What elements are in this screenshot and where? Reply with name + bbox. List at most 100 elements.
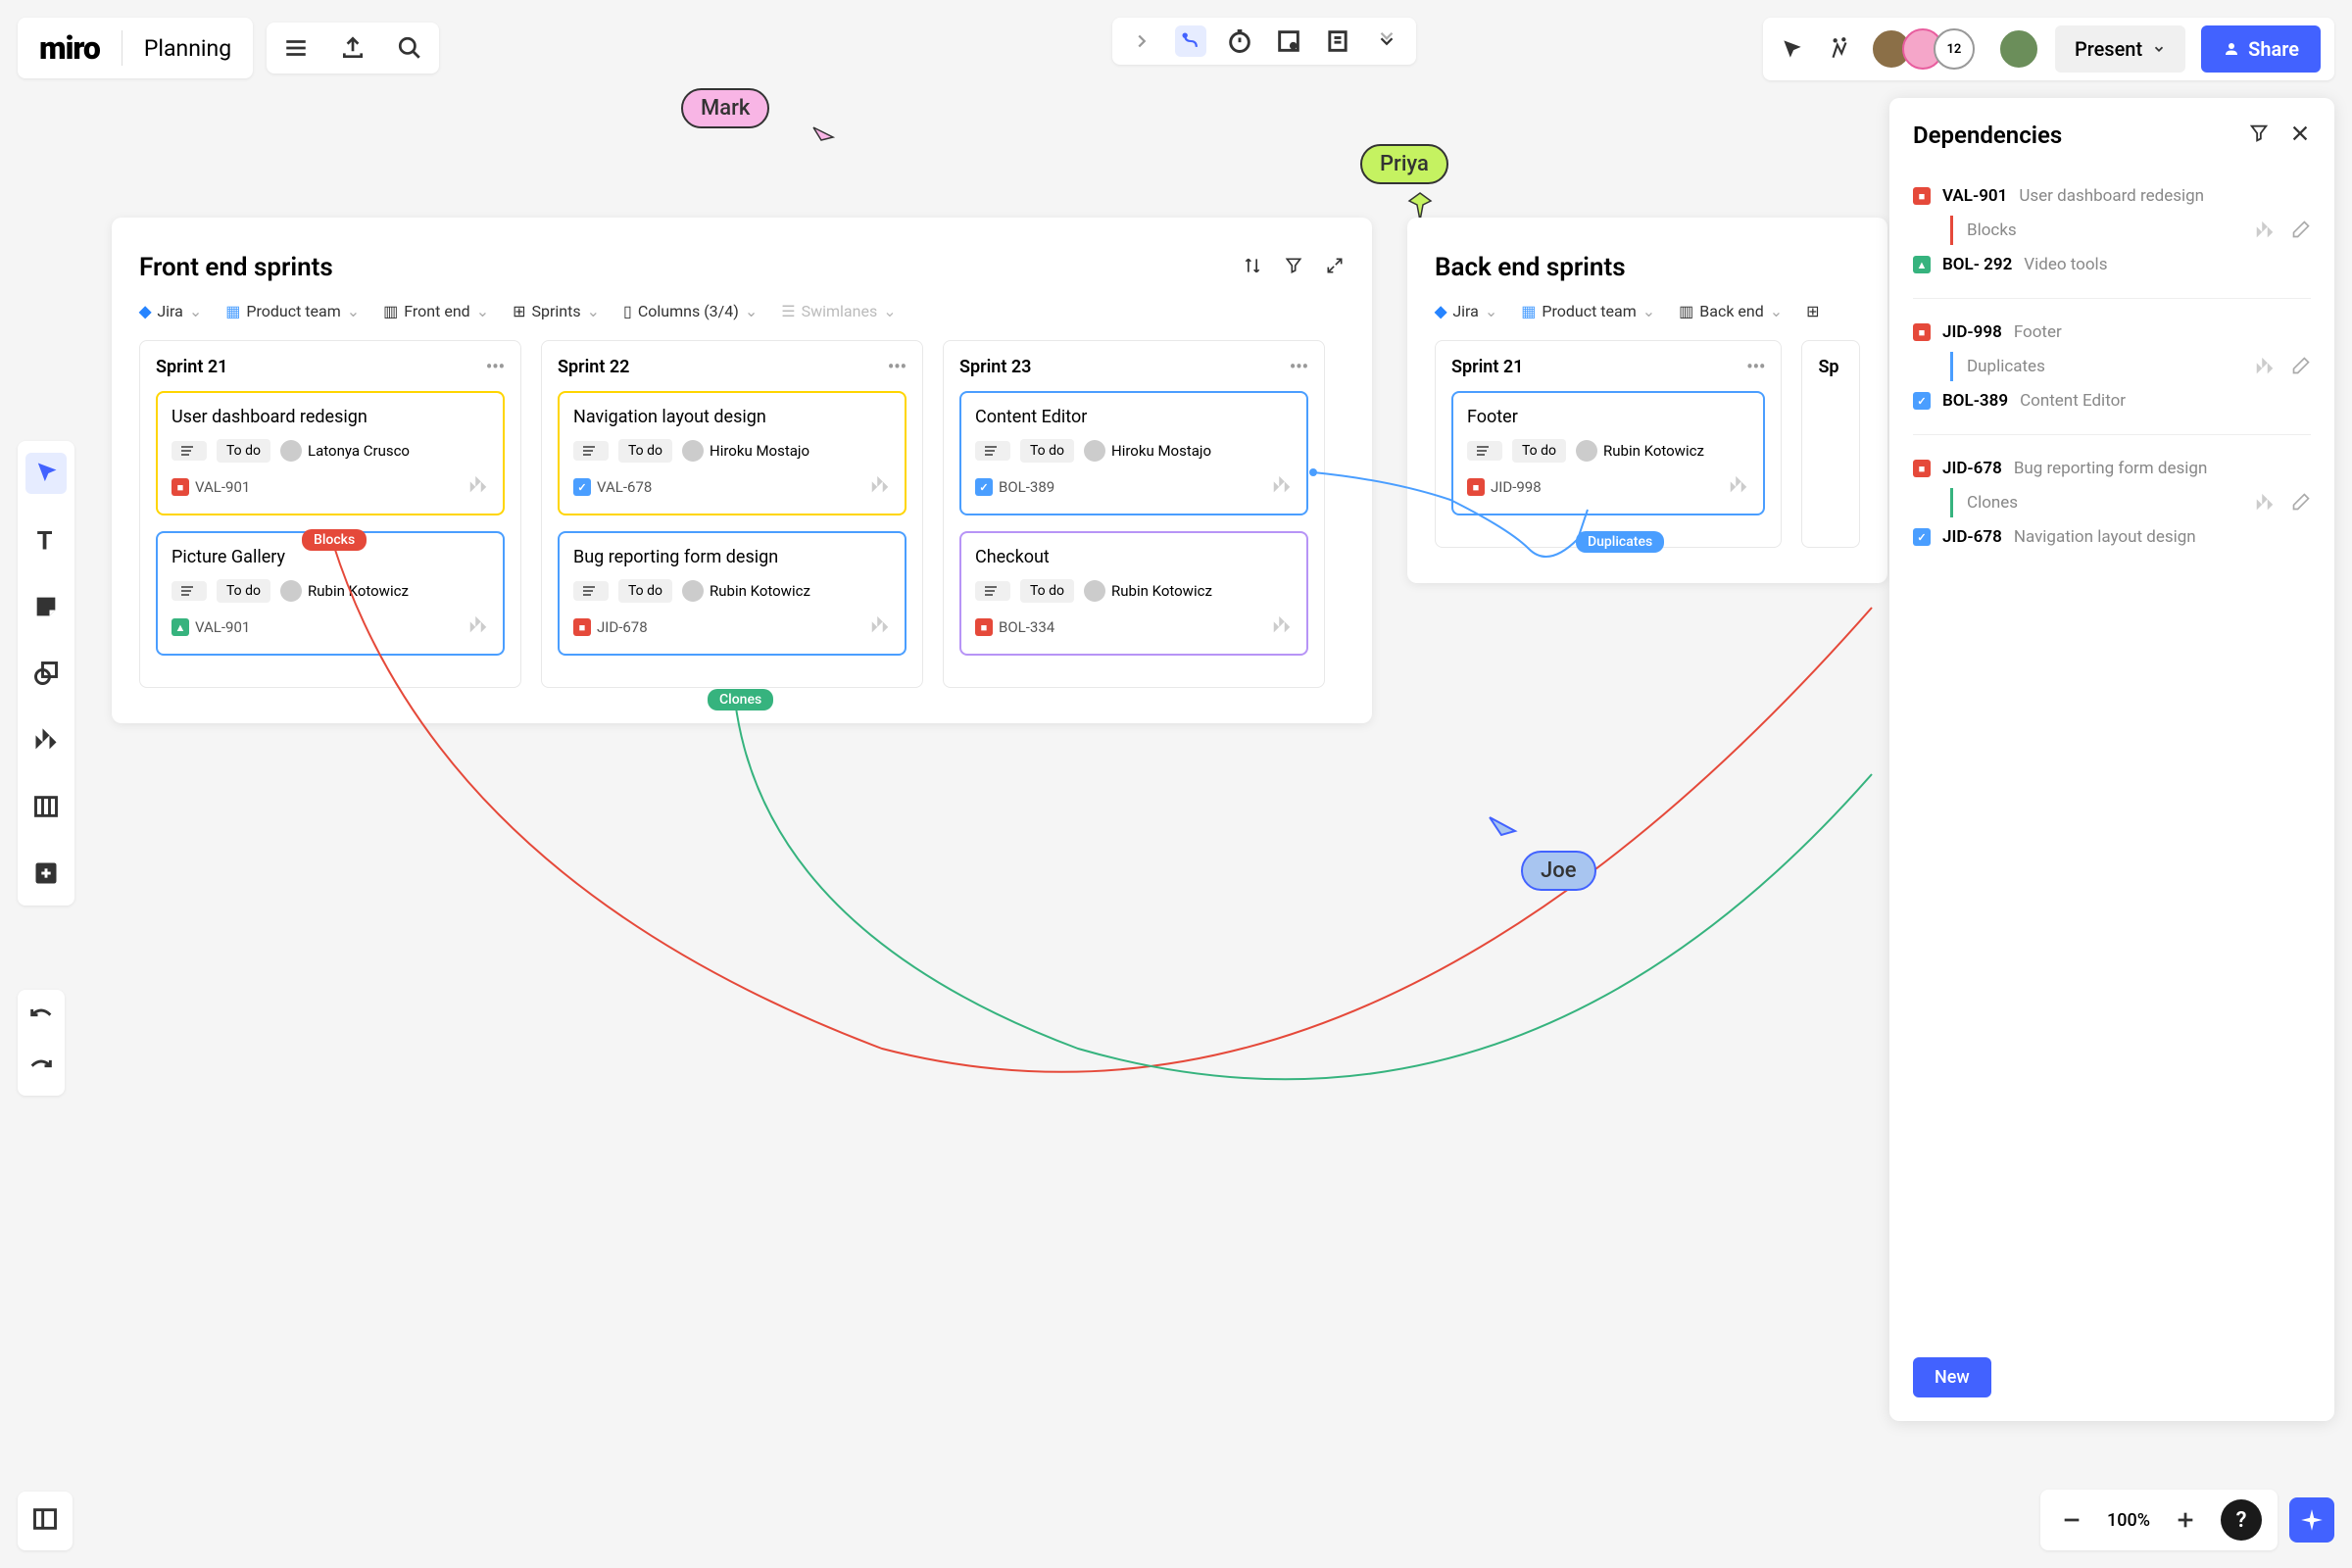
- edit-icon[interactable]: [2291, 356, 2311, 375]
- list-icon: [985, 445, 1001, 457]
- sprint-card[interactable]: Checkout To do Rubin Kotowicz ■BOL-334: [959, 531, 1308, 656]
- sort-icon[interactable]: [1243, 256, 1262, 279]
- ticket-id: ■VAL-901: [172, 478, 250, 496]
- card-title: Navigation layout design: [573, 407, 891, 427]
- text-tool[interactable]: T: [25, 519, 67, 561]
- column-menu-icon[interactable]: •••: [888, 357, 906, 377]
- new-dependency-button[interactable]: New: [1913, 1357, 1991, 1397]
- dependency-icon[interactable]: [1728, 474, 1749, 496]
- ticket-type-icon: ■: [573, 618, 591, 636]
- ticket-type-icon: ■: [1913, 187, 1931, 205]
- close-icon[interactable]: [2289, 122, 2311, 148]
- cursor-joe: Joe: [1521, 851, 1596, 891]
- filter-group[interactable]: ⊞Sprints ⌄: [513, 302, 600, 320]
- filter-view[interactable]: ▥Front end ⌄: [383, 302, 489, 320]
- ticket-type-icon: ✓: [975, 478, 993, 496]
- status-chip: To do: [217, 439, 270, 463]
- ai-button[interactable]: [2289, 1497, 2334, 1543]
- chevron-right-icon[interactable]: [1126, 25, 1157, 57]
- sprint-card[interactable]: Navigation layout design To do Hiroku Mo…: [558, 391, 906, 515]
- redo-button[interactable]: [25, 1053, 57, 1084]
- column-name: Sprint 21: [1451, 357, 1523, 377]
- filter-columns[interactable]: ▯Columns (3/4) ⌄: [623, 302, 758, 320]
- search-icon[interactable]: [394, 32, 425, 64]
- filter-view[interactable]: ▥Back end ⌄: [1679, 302, 1783, 320]
- filter-swimlanes[interactable]: ☰Swimlanes ⌄: [781, 302, 896, 320]
- card-title: Content Editor: [975, 407, 1293, 427]
- column-name: Sprint 22: [558, 357, 629, 377]
- edit-icon[interactable]: [2291, 492, 2311, 512]
- column-name: Sprint 21: [156, 357, 227, 377]
- undo-button[interactable]: [25, 1002, 57, 1033]
- dependency-icon[interactable]: [1271, 474, 1293, 496]
- dependency-item[interactable]: ■VAL-901User dashboard redesign Blocks ▲…: [1913, 172, 2311, 288]
- zoom-in-button[interactable]: [2170, 1504, 2201, 1536]
- filter-icon[interactable]: [1284, 256, 1303, 279]
- list-icon: [181, 445, 197, 457]
- timer-icon[interactable]: [1224, 25, 1255, 57]
- column-menu-icon[interactable]: •••: [486, 357, 505, 377]
- dependency-icon[interactable]: [869, 474, 891, 496]
- column-menu-icon[interactable]: •••: [1290, 357, 1308, 377]
- dependency-icon[interactable]: [2254, 356, 2276, 377]
- filter-team[interactable]: ▦Product team ⌄: [1521, 302, 1655, 320]
- filter-group[interactable]: ⊞: [1806, 302, 1819, 320]
- jira-tool[interactable]: [25, 719, 67, 760]
- dependency-icon[interactable]: [2254, 220, 2276, 241]
- frame-icon[interactable]: [1273, 25, 1304, 57]
- dependency-icon[interactable]: [467, 474, 489, 496]
- cursor-tracking-icon[interactable]: [1777, 33, 1808, 65]
- share-button[interactable]: Share: [2201, 25, 2321, 73]
- more-tools-icon[interactable]: [1371, 25, 1402, 57]
- panel-toggle[interactable]: [18, 1492, 73, 1550]
- sprint-card[interactable]: User dashboard redesign To do Latonya Cr…: [156, 391, 505, 515]
- backend-sprints-frame[interactable]: Back end sprints ◆Jira ⌄ ▦Product team ⌄…: [1407, 218, 1887, 583]
- present-button[interactable]: Present: [2055, 25, 2185, 73]
- filter-icon[interactable]: [2248, 122, 2270, 148]
- ticket-type-icon: ■: [172, 478, 189, 496]
- reactions-icon[interactable]: [1824, 33, 1855, 65]
- dependency-item[interactable]: ■JID-998Footer Duplicates ✓BOL-389Conten…: [1913, 309, 2311, 424]
- frame-title: Front end sprints: [139, 253, 333, 282]
- sprint-card[interactable]: Content Editor To do Hiroku Mostajo ✓BOL…: [959, 391, 1308, 515]
- list-icon: [583, 585, 599, 597]
- dependency-icon[interactable]: [869, 614, 891, 636]
- ticket-id: ■JID-678: [573, 618, 648, 636]
- dependency-icon[interactable]: [1271, 614, 1293, 636]
- connector-tool[interactable]: [1175, 25, 1206, 57]
- status-chip: To do: [1020, 439, 1074, 463]
- card-title: User dashboard redesign: [172, 407, 489, 427]
- status-chip: [573, 441, 609, 461]
- add-tool[interactable]: [25, 853, 67, 894]
- collaborator-avatars[interactable]: 12: [1871, 28, 1975, 70]
- status-chip: [1467, 441, 1502, 461]
- dependency-icon[interactable]: [2254, 492, 2276, 514]
- menu-icon[interactable]: [280, 32, 312, 64]
- frontend-sprints-frame[interactable]: Front end sprints ◆Jira ⌄ ▦Product team …: [112, 218, 1372, 723]
- assignee: Rubin Kotowicz: [1084, 580, 1212, 602]
- zoom-out-button[interactable]: [2056, 1504, 2087, 1536]
- current-user-avatar[interactable]: [1998, 28, 2039, 70]
- sprint-column: Sp: [1801, 340, 1860, 548]
- column-menu-icon[interactable]: •••: [1746, 357, 1765, 377]
- expand-icon[interactable]: [1325, 256, 1345, 279]
- shape-tool[interactable]: [25, 653, 67, 694]
- sprint-card[interactable]: Bug reporting form design To do Rubin Ko…: [558, 531, 906, 656]
- filter-team[interactable]: ▦Product team ⌄: [225, 302, 360, 320]
- dependency-icon[interactable]: [467, 614, 489, 636]
- app-logo[interactable]: miro: [39, 29, 100, 67]
- assignee: Rubin Kotowicz: [280, 580, 409, 602]
- table-tool[interactable]: [25, 786, 67, 827]
- filter-source[interactable]: ◆Jira ⌄: [139, 302, 202, 320]
- status-chip: [172, 441, 207, 461]
- sprint-card[interactable]: Footer To do Rubin Kotowicz ■JID-998: [1451, 391, 1765, 515]
- select-tool[interactable]: [25, 453, 67, 494]
- sticky-note-tool[interactable]: [25, 586, 67, 627]
- notes-icon[interactable]: [1322, 25, 1353, 57]
- help-button[interactable]: ?: [2221, 1499, 2262, 1541]
- filter-source[interactable]: ◆Jira ⌄: [1435, 302, 1497, 320]
- dependency-item[interactable]: ■JID-678Bug reporting form design Clones…: [1913, 445, 2311, 561]
- export-icon[interactable]: [337, 32, 368, 64]
- board-name[interactable]: Planning: [144, 35, 231, 62]
- edit-icon[interactable]: [2291, 220, 2311, 239]
